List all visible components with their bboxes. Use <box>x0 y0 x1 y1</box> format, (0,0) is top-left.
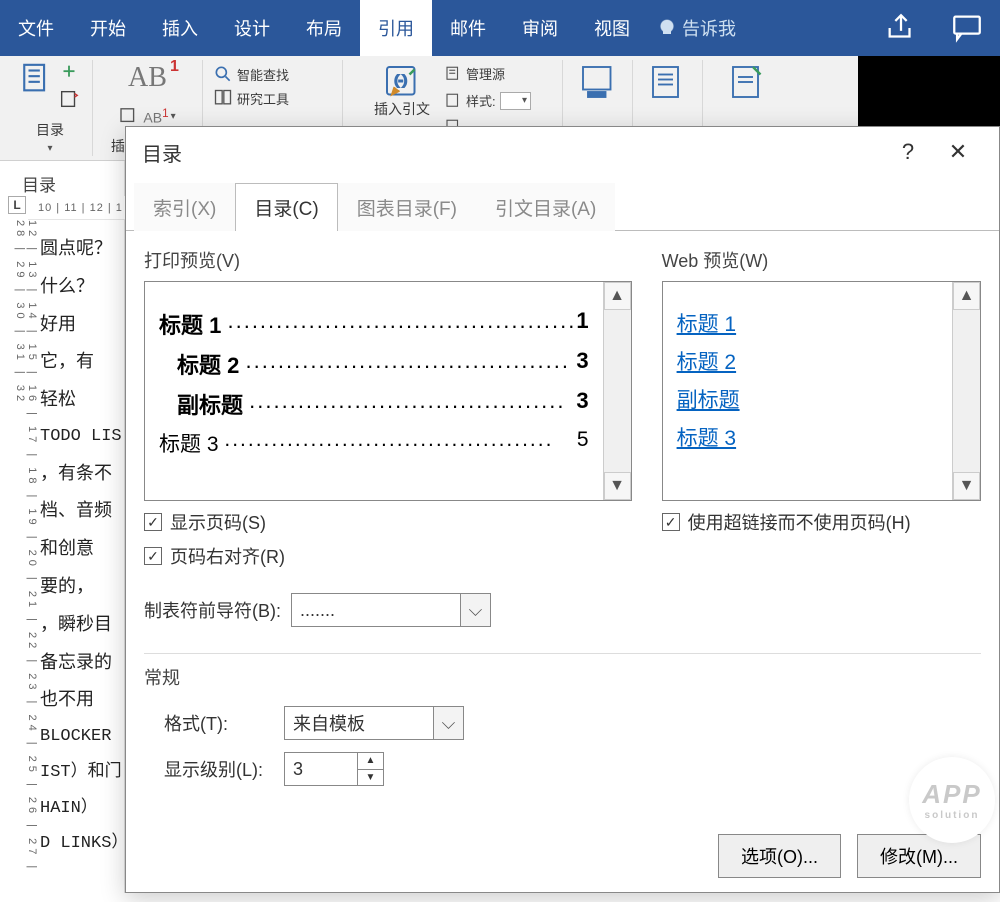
dialog-title: 目录 <box>142 138 883 167</box>
dialog-titlebar: 目录 ? ✕ <box>126 127 999 177</box>
toa-icon[interactable] <box>728 62 768 102</box>
checkbox-icon <box>144 547 162 565</box>
tab-leader-combo[interactable]: ....... ⌵ <box>291 593 491 627</box>
show-page-numbers-checkbox[interactable]: 显示页码(S) <box>144 501 632 535</box>
toc-label[interactable]: 目录▾ <box>36 123 64 154</box>
tab-insert[interactable]: 插入 <box>144 0 216 56</box>
horizontal-ruler: 10 | 11 | 12 | 1 <box>28 196 125 220</box>
vertical-ruler: 12 | 13 | 14 | 15 | 16 | 17 | 18 | 19 | … <box>16 220 36 893</box>
web-preview-box: 标题 1 标题 2 副标题 标题 3 ▲ ▼ <box>662 281 981 501</box>
print-preview-content: 标题 1 ...................................… <box>145 282 603 500</box>
web-link[interactable]: 副标题 <box>677 384 938 414</box>
tab-toc-c[interactable]: 目录(C) <box>235 183 337 231</box>
use-hyperlinks-checkbox[interactable]: 使用超链接而不使用页码(H) <box>662 501 981 535</box>
bulb-icon <box>658 19 676 37</box>
tab-stop-indicator[interactable]: L <box>8 196 26 214</box>
chevron-down-icon[interactable]: ⌵ <box>433 707 463 739</box>
research-icon <box>213 88 233 108</box>
tab-home[interactable]: 开始 <box>72 0 144 56</box>
dialog-body: 打印预览(V) 标题 1 ...........................… <box>126 231 999 902</box>
tab-view[interactable]: 视图 <box>576 0 648 56</box>
smart-lookup-button[interactable]: 智能查找 <box>213 62 289 86</box>
web-preview-content: 标题 1 标题 2 副标题 标题 3 <box>663 282 952 500</box>
index-icon[interactable] <box>648 62 688 102</box>
checkbox-icon <box>144 513 162 531</box>
format-combo[interactable]: 来自模板 ⌵ <box>284 706 464 740</box>
research-tool-button[interactable]: 研究工具 <box>213 86 289 110</box>
web-link[interactable]: 标题 1 <box>677 308 938 338</box>
share-icon[interactable] <box>868 0 934 56</box>
spinner-down-icon[interactable]: ▼ <box>358 770 383 786</box>
svg-text:(-): (-) <box>395 74 408 88</box>
tab-references[interactable]: 引用 <box>360 0 432 56</box>
style-icon <box>444 92 462 110</box>
style-dropdown[interactable]: 样式: ▾ <box>444 89 531 112</box>
web-preview-scrollbar[interactable]: ▲ ▼ <box>952 282 980 500</box>
format-label: 格式(T): <box>164 710 274 736</box>
general-label: 常规 <box>144 664 981 690</box>
update-toc-icon[interactable] <box>58 88 80 110</box>
comments-icon[interactable] <box>934 0 1000 56</box>
footnote-nav-icon[interactable] <box>119 107 141 125</box>
ribbon-tabs: 文件 开始 插入 设计 布局 引用 邮件 审阅 视图 告诉我 <box>0 0 1000 56</box>
show-levels-label: 显示级别(L): <box>164 756 274 782</box>
web-preview-label: Web 预览(W) <box>662 247 981 273</box>
print-preview-scrollbar[interactable]: ▲ ▼ <box>603 282 631 500</box>
print-preview-box: 标题 1 ...................................… <box>144 281 632 501</box>
toc-dialog: 目录 ? ✕ 索引(X) 目录(C) 图表目录(F) 引文目录(A) 打印预览(… <box>125 126 1000 893</box>
add-text-icon[interactable] <box>58 62 80 84</box>
spinner-up-icon[interactable]: ▲ <box>358 753 383 770</box>
tab-figures-f[interactable]: 图表目录(F) <box>338 183 476 231</box>
group-toc: 目录▾ <box>8 60 93 156</box>
tab-authorities-a[interactable]: 引文目录(A) <box>476 183 615 231</box>
help-button[interactable]: ? <box>883 139 933 165</box>
tab-mailings[interactable]: 邮件 <box>432 0 504 56</box>
tab-review[interactable]: 审阅 <box>504 0 576 56</box>
right-align-checkbox[interactable]: 页码右对齐(R) <box>144 535 632 569</box>
smart-lookup-icon <box>213 64 233 84</box>
dialog-tabs: 索引(X) 目录(C) 图表目录(F) 引文目录(A) <box>126 183 999 231</box>
caption-icon[interactable] <box>578 62 618 102</box>
chevron-down-icon[interactable]: ⌵ <box>460 594 490 626</box>
scroll-up-icon[interactable]: ▲ <box>953 282 980 310</box>
scroll-up-icon[interactable]: ▲ <box>604 282 631 310</box>
tell-me[interactable]: 告诉我 <box>648 0 746 56</box>
checkbox-icon <box>662 513 680 531</box>
web-link[interactable]: 标题 3 <box>677 422 938 452</box>
insert-citation-icon[interactable]: (-) <box>382 62 422 102</box>
close-button[interactable]: ✕ <box>933 139 983 165</box>
tab-layout[interactable]: 布局 <box>288 0 360 56</box>
manage-sources-icon <box>444 65 462 83</box>
manage-sources-button[interactable]: 管理源 <box>444 62 531 85</box>
scroll-down-icon[interactable]: ▼ <box>604 472 631 500</box>
show-levels-spinner[interactable]: 3 ▲ ▼ <box>284 752 384 786</box>
tab-leader-label: 制表符前导符(B): <box>144 597 281 623</box>
tab-design[interactable]: 设计 <box>216 0 288 56</box>
insert-citation-label: 插入引文 <box>374 102 430 117</box>
toc-icon <box>20 62 54 96</box>
tab-file[interactable]: 文件 <box>0 0 72 56</box>
print-preview-label: 打印预览(V) <box>144 247 632 273</box>
web-link[interactable]: 标题 2 <box>677 346 938 376</box>
options-button[interactable]: 选项(O)... <box>718 834 841 878</box>
app-solution-watermark: APP solution <box>909 757 995 843</box>
scroll-down-icon[interactable]: ▼ <box>953 472 980 500</box>
tell-me-label: 告诉我 <box>682 15 736 41</box>
tab-index-x[interactable]: 索引(X) <box>134 183 235 231</box>
